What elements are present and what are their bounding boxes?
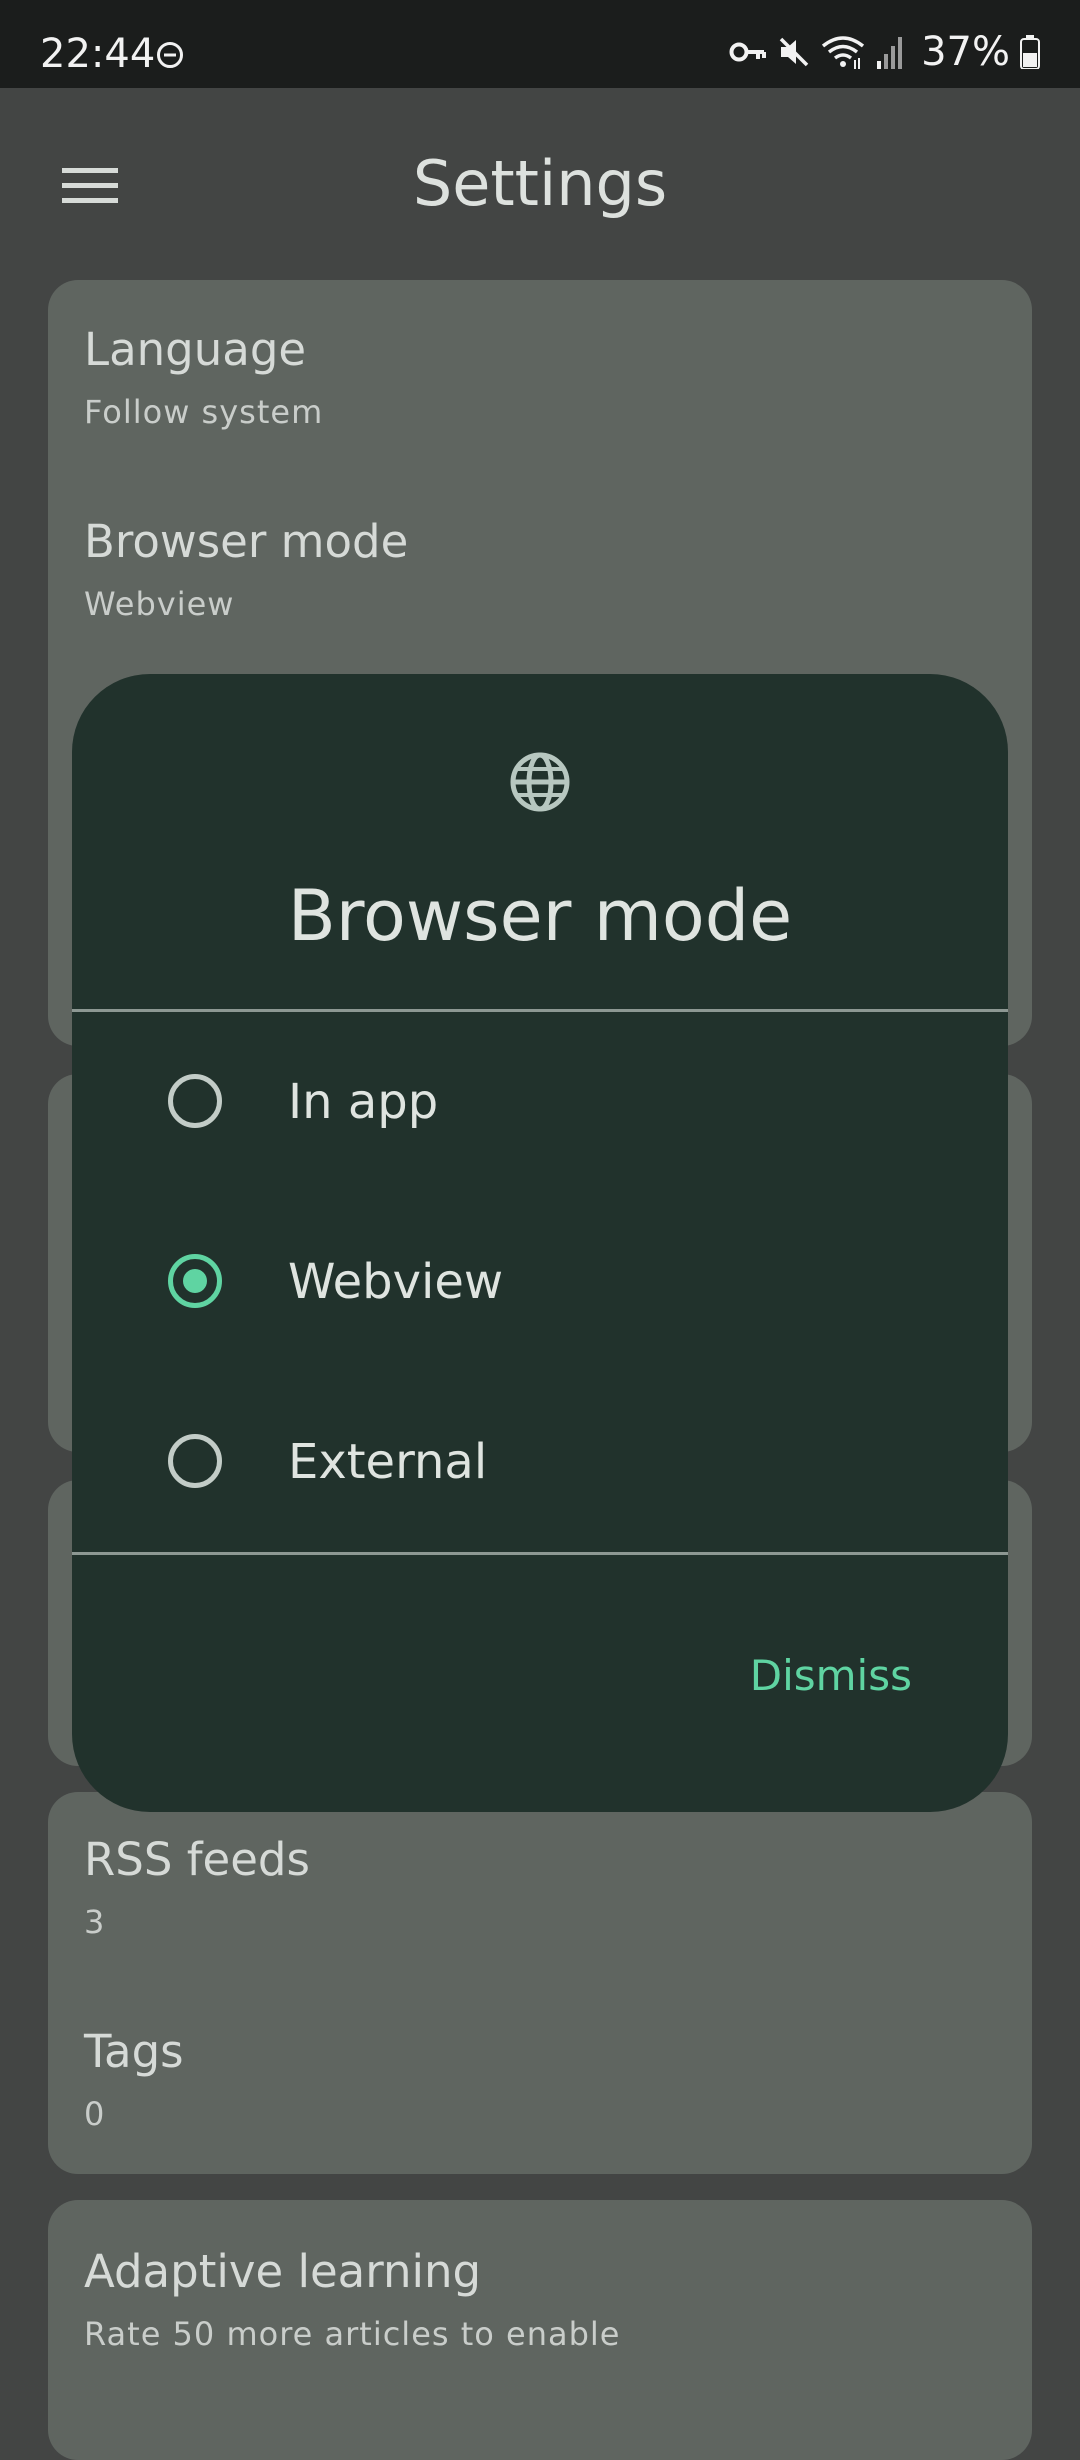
dialog-title: Browser mode <box>287 875 793 957</box>
option-label: Webview <box>288 1254 504 1310</box>
status-bar: 22:44 37% <box>0 0 1080 88</box>
setting-subtitle: Follow system <box>84 393 324 431</box>
settings-card-feeds: RSS feeds 3 Tags 0 <box>48 1792 1032 2174</box>
divider <box>72 1009 1008 1012</box>
setting-subtitle: 0 <box>84 2095 106 2133</box>
mute-icon <box>779 37 809 67</box>
setting-subtitle: Rate 50 more articles to enable <box>84 2315 621 2353</box>
browser-mode-dialog: Browser mode In app Webview External Dis… <box>72 674 1008 1812</box>
setting-title: Browser mode <box>84 515 409 568</box>
status-icons: 37% <box>729 30 1040 74</box>
setting-title: Tags <box>84 2025 184 2078</box>
radio-button[interactable] <box>168 1434 222 1488</box>
do-not-disturb-icon <box>157 42 183 68</box>
battery-percentage: 37% <box>921 29 1010 75</box>
page-title: Settings <box>412 147 668 220</box>
setting-title: Language <box>84 323 307 376</box>
option-label: External <box>288 1434 488 1490</box>
vpn-key-icon <box>729 42 767 62</box>
option-label: In app <box>288 1074 439 1130</box>
radio-button[interactable] <box>168 1074 222 1128</box>
globe-icon <box>510 752 570 812</box>
option-external[interactable]: External <box>72 1374 1008 1554</box>
setting-title: RSS feeds <box>84 1833 310 1886</box>
option-in-app[interactable]: In app <box>72 1014 1008 1194</box>
signal-icon <box>877 37 903 69</box>
status-time: 22:44 <box>40 31 156 77</box>
dismiss-button[interactable]: Dismiss <box>750 1648 912 1704</box>
setting-title: Adaptive learning <box>84 2245 482 2298</box>
battery-icon <box>1020 35 1040 69</box>
settings-card-learning: Adaptive learning Rate 50 more articles … <box>48 2200 1032 2460</box>
divider <box>72 1552 1008 1555</box>
setting-subtitle: Webview <box>84 585 235 623</box>
option-webview[interactable]: Webview <box>72 1194 1008 1374</box>
setting-subtitle: 3 <box>84 1903 106 1941</box>
radio-button-selected[interactable] <box>168 1254 222 1308</box>
radio-dot <box>183 1269 207 1293</box>
wifi-icon <box>822 36 865 69</box>
